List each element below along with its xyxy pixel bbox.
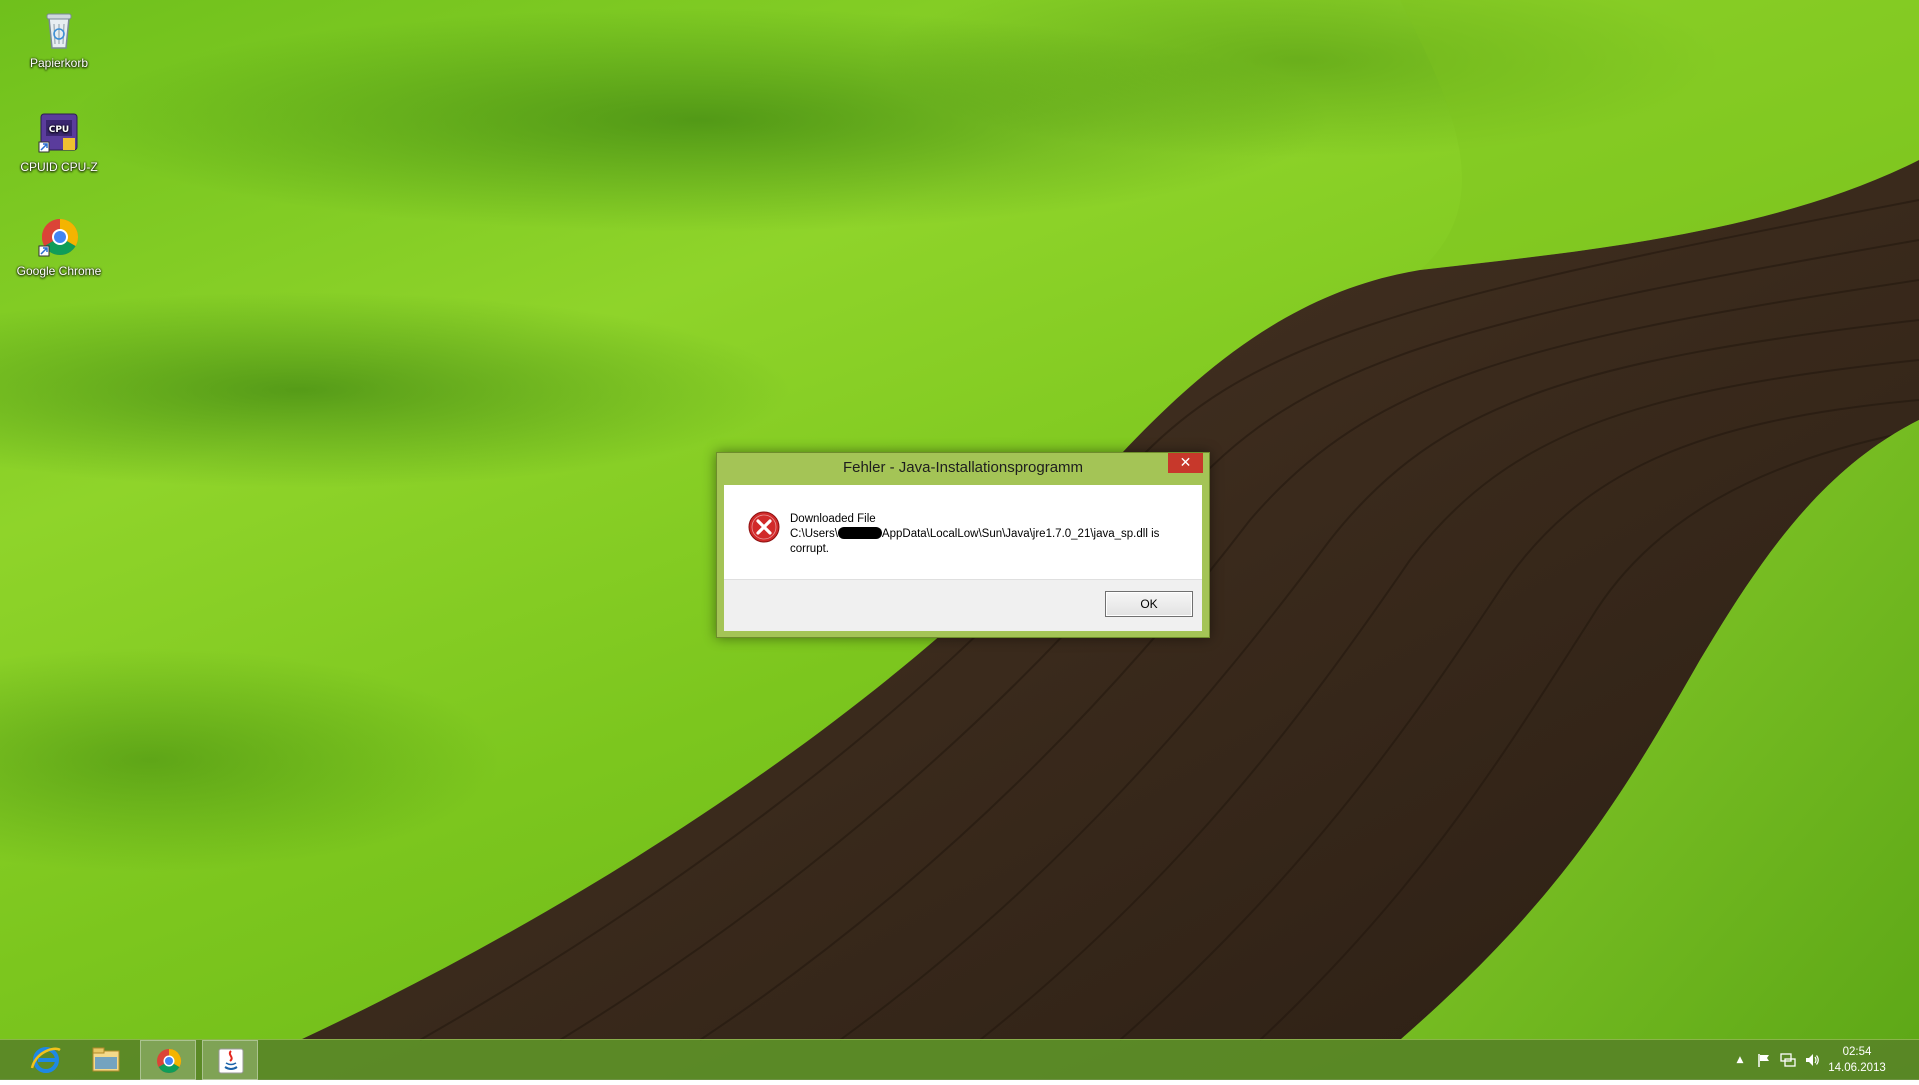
message-line-1: Downloaded File xyxy=(790,513,876,525)
cpuz-icon: CPU xyxy=(37,112,81,156)
action-center-flag-icon[interactable] xyxy=(1756,1052,1772,1068)
error-message: Downloaded File C:\Users\ AppData\LocalLo… xyxy=(790,512,1190,557)
desktop-icon-label: Papierkorb xyxy=(29,56,89,70)
message-path-prefix: C:\Users\ xyxy=(790,528,838,540)
taskbar-internet-explorer[interactable] xyxy=(18,1040,74,1080)
svg-text:CPU: CPU xyxy=(49,125,70,135)
close-icon: ✕ xyxy=(1179,455,1192,471)
file-explorer-icon xyxy=(92,1047,120,1072)
dialog-title[interactable]: Fehler - Java-Installationsprogramm xyxy=(717,453,1209,483)
redacted-username xyxy=(837,527,882,539)
message-line-2: C:\Users\ AppData\LocalLow\Sun\Java\jre1.… xyxy=(790,527,1190,542)
error-icon xyxy=(748,511,780,543)
taskbar-clock[interactable]: 02:54 14.06.2013 xyxy=(1817,1044,1897,1076)
taskbar-file-explorer[interactable] xyxy=(78,1040,134,1080)
dialog-content: Downloaded File C:\Users\ AppData\LocalLo… xyxy=(724,485,1202,579)
chrome-icon xyxy=(37,216,81,260)
desktop-icon-recycle-bin[interactable]: Papierkorb xyxy=(9,8,109,70)
desktop-icon-cpuz[interactable]: CPU CPUID CPU-Z xyxy=(9,112,109,174)
network-icon[interactable] xyxy=(1780,1052,1796,1068)
chrome-icon xyxy=(157,1049,182,1074)
clock-time: 02:54 xyxy=(1842,1046,1872,1058)
taskbar: ▲ 02:54 14.06.2013 xyxy=(0,1039,1919,1080)
java-icon xyxy=(218,1048,244,1074)
message-path-suffix: AppData\LocalLow\Sun\Java\jre1.7.0_21\ja… xyxy=(881,528,1160,540)
ok-button[interactable]: OK xyxy=(1105,591,1193,617)
system-tray: ▲ xyxy=(1728,1040,1828,1080)
java-installer-error-dialog: Fehler - Java-Installationsprogramm ✕ Do… xyxy=(716,452,1210,638)
recycle-bin-icon xyxy=(37,8,81,52)
internet-explorer-icon xyxy=(30,1047,61,1073)
message-line-3: corrupt. xyxy=(790,543,829,555)
desktop-icon-label: Google Chrome xyxy=(16,264,102,278)
show-hidden-icons-button[interactable]: ▲ xyxy=(1732,1052,1748,1068)
dialog-body: Downloaded File C:\Users\ AppData\LocalLo… xyxy=(724,485,1202,631)
taskbar-google-chrome[interactable] xyxy=(140,1040,196,1080)
taskbar-java-installer[interactable] xyxy=(202,1040,258,1080)
close-button[interactable]: ✕ xyxy=(1168,453,1203,473)
dialog-button-bar: OK xyxy=(724,579,1202,631)
clock-date: 14.06.2013 xyxy=(1828,1062,1886,1074)
desktop-icon-label: CPUID CPU-Z xyxy=(20,160,98,174)
desktop-icon-google-chrome[interactable]: Google Chrome xyxy=(9,216,109,278)
